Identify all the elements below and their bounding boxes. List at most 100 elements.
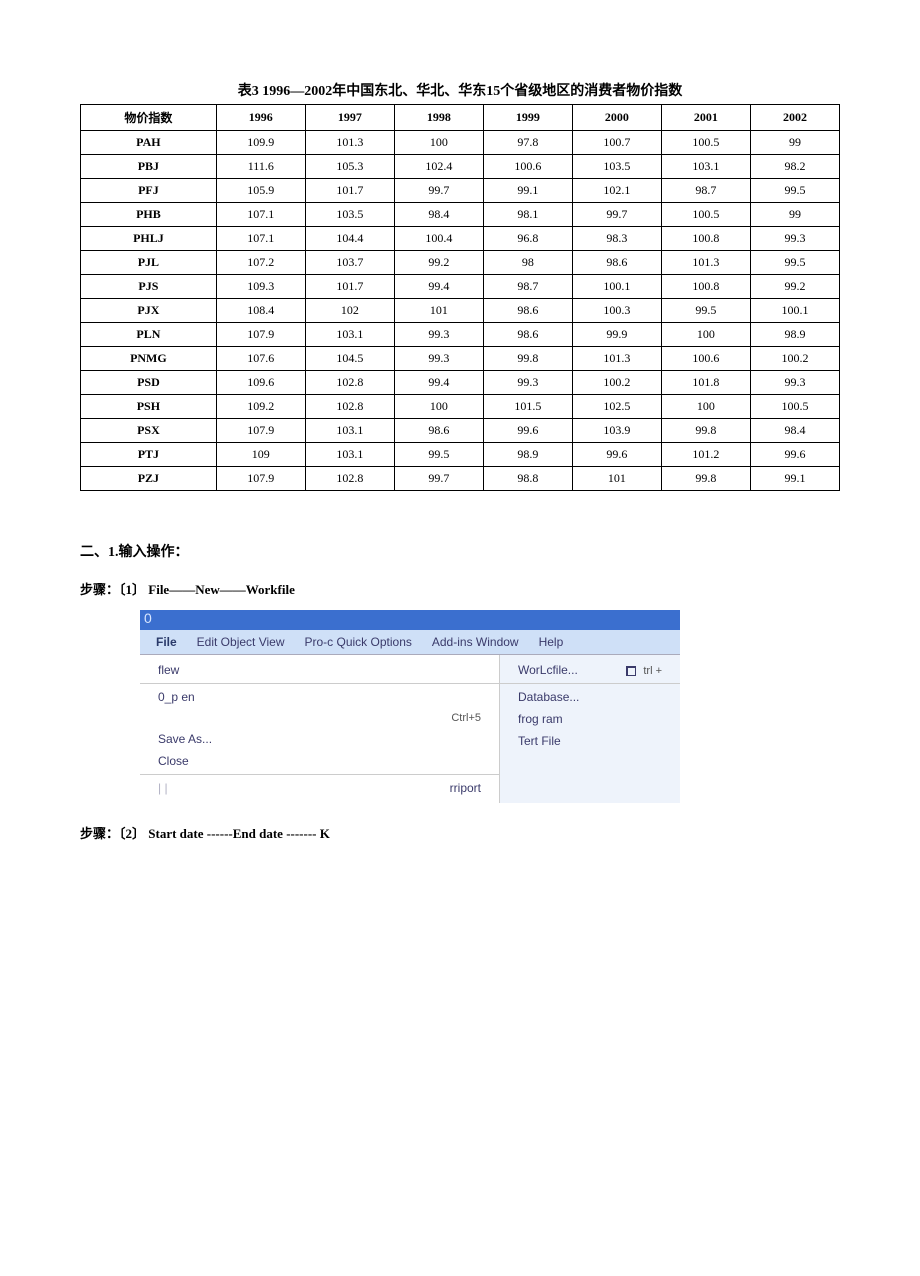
cell: 99.2 — [394, 251, 483, 275]
row-label: PJS — [81, 275, 217, 299]
row-label: PJX — [81, 299, 217, 323]
submenu-item-program[interactable]: frog ram — [500, 708, 680, 730]
cell: 100.5 — [750, 395, 839, 419]
section-heading: 二、1.输入操作： — [80, 541, 840, 561]
table-header-row: 物价指数 1996 1997 1998 1999 2000 2001 2002 — [81, 105, 840, 131]
cell: 101 — [394, 299, 483, 323]
cell: 101.7 — [305, 275, 394, 299]
vertical-bars-icon: | | — [158, 781, 168, 795]
cell: 99 — [750, 203, 839, 227]
menu-item-close[interactable]: Close — [140, 750, 499, 775]
submenu-item-textfile[interactable]: Tert File — [500, 730, 680, 752]
table-row: PSD109.6102.899.499.3100.2101.899.3 — [81, 371, 840, 395]
file-menu-dropdown: flew 0_p en Ctrl+5 Save As... Close | | … — [140, 655, 500, 803]
menu-edit-object-view[interactable]: Edit Object View — [189, 635, 293, 649]
cell: 102 — [305, 299, 394, 323]
cell: 109 — [216, 443, 305, 467]
cell: 100.1 — [750, 299, 839, 323]
menu-item-shortcut[interactable]: Ctrl+5 — [140, 708, 499, 728]
menu-item-label: WorLcfile... — [518, 663, 578, 677]
cell: 99.3 — [750, 371, 839, 395]
col-header: 1996 — [216, 105, 305, 131]
cell: 107.9 — [216, 323, 305, 347]
row-label: PSH — [81, 395, 217, 419]
menu-item-label: rriport — [450, 781, 481, 795]
cell: 103.5 — [572, 155, 661, 179]
cell: 98.1 — [483, 203, 572, 227]
cell: 96.8 — [483, 227, 572, 251]
cell: 103.1 — [661, 155, 750, 179]
menu-shortcut: Ctrl+5 — [451, 712, 481, 724]
cell: 104.4 — [305, 227, 394, 251]
cell: 101.2 — [661, 443, 750, 467]
menu-shortcut: trl + — [643, 665, 662, 677]
menu-item-open[interactable]: 0_p en — [140, 686, 499, 708]
col-header: 2001 — [661, 105, 750, 131]
submenu-item-database[interactable]: Database... — [500, 686, 680, 708]
menu-help[interactable]: Help — [531, 635, 572, 649]
menu-proc-quick-options[interactable]: Pro-c Quick Options — [297, 635, 420, 649]
cell: 107.1 — [216, 227, 305, 251]
cell: 99.3 — [394, 323, 483, 347]
menu-item-new[interactable]: flew — [140, 659, 499, 684]
cell: 98.2 — [750, 155, 839, 179]
col-header: 2002 — [750, 105, 839, 131]
cell: 98.3 — [572, 227, 661, 251]
row-label: PZJ — [81, 467, 217, 491]
table-row: PTJ109103.199.598.999.6101.299.6 — [81, 443, 840, 467]
cell: 102.8 — [305, 395, 394, 419]
row-label: PNMG — [81, 347, 217, 371]
cell: 101.3 — [661, 251, 750, 275]
menu-addins-window[interactable]: Add-ins Window — [424, 635, 527, 649]
cell: 99.1 — [483, 179, 572, 203]
cell: 99.6 — [572, 443, 661, 467]
cell: 108.4 — [216, 299, 305, 323]
cell: 100.2 — [572, 371, 661, 395]
cell: 109.9 — [216, 131, 305, 155]
cell: 99.7 — [572, 203, 661, 227]
cell: 100 — [394, 395, 483, 419]
cell: 98.9 — [483, 443, 572, 467]
col-header: 1999 — [483, 105, 572, 131]
cell: 99 — [750, 131, 839, 155]
step-text: File——New——Workfile — [148, 582, 295, 597]
cell: 101.5 — [483, 395, 572, 419]
cell: 98.8 — [483, 467, 572, 491]
menu-file[interactable]: File — [148, 635, 185, 649]
cell: 98.6 — [394, 419, 483, 443]
row-label: PJL — [81, 251, 217, 275]
table-row: PLN107.9103.199.398.699.910098.9 — [81, 323, 840, 347]
cell: 99.2 — [750, 275, 839, 299]
eviews-menu-screenshot: 0 File Edit Object View Pro-c Quick Opti… — [140, 610, 680, 803]
row-label: PHB — [81, 203, 217, 227]
table-row: PHB107.1103.598.498.199.7100.599 — [81, 203, 840, 227]
cell: 99.3 — [750, 227, 839, 251]
cell: 99.5 — [750, 251, 839, 275]
menu-item-save-as[interactable]: Save As... — [140, 728, 499, 750]
cell: 109.2 — [216, 395, 305, 419]
cell: 107.9 — [216, 467, 305, 491]
cell: 107.2 — [216, 251, 305, 275]
step-prefix: 步骤：〔2〕 — [80, 826, 145, 841]
menu-item-label: flew — [158, 663, 179, 677]
cell: 100 — [661, 323, 750, 347]
cell: 100.5 — [661, 131, 750, 155]
cell: 99.6 — [750, 443, 839, 467]
cell: 99.3 — [394, 347, 483, 371]
cell: 100.6 — [661, 347, 750, 371]
table-row: PJX108.410210198.6100.399.5100.1 — [81, 299, 840, 323]
submenu-item-workfile[interactable]: WorLcfile... trl + — [500, 659, 680, 684]
cell: 98.7 — [483, 275, 572, 299]
menu-item-import[interactable]: | | rriport — [140, 777, 499, 799]
new-submenu: WorLcfile... trl + Database... frog ram … — [500, 655, 680, 803]
step-1: 步骤：〔1〕 File——New——Workfile — [80, 579, 840, 598]
window-titlebar: 0 — [140, 610, 680, 630]
step-2: 步骤：〔2〕 Start date ------End date -------… — [80, 823, 840, 842]
table-row: PBJ111.6105.3102.4100.6103.5103.198.2 — [81, 155, 840, 179]
cell: 100.7 — [572, 131, 661, 155]
cell: 101 — [572, 467, 661, 491]
cell: 99.5 — [750, 179, 839, 203]
table-row: PJS109.3101.799.498.7100.1100.899.2 — [81, 275, 840, 299]
cell: 101.7 — [305, 179, 394, 203]
cell: 99.1 — [750, 467, 839, 491]
